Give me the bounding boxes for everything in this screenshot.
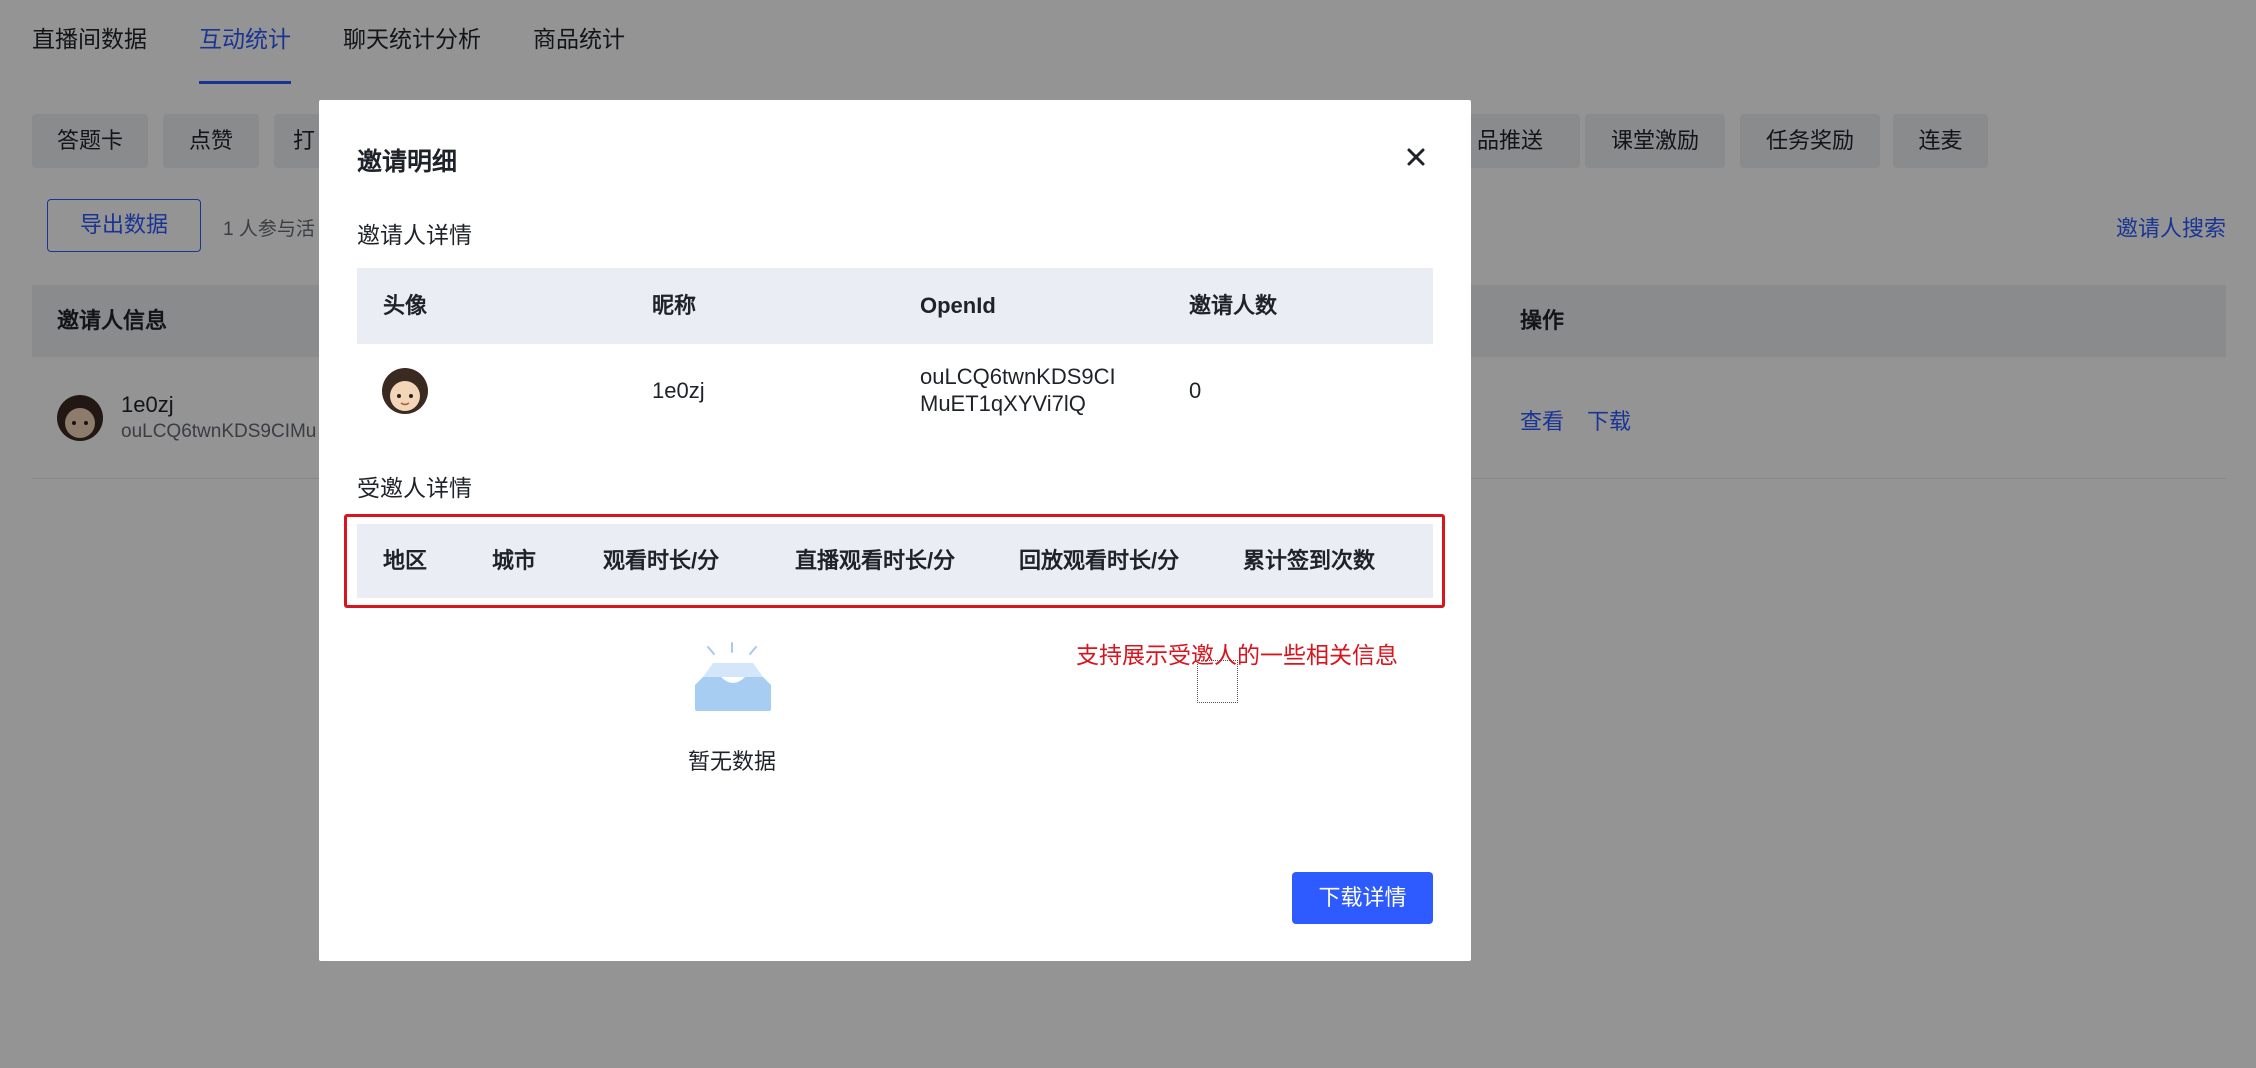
download-details-button[interactable]: 下载详情: [1292, 872, 1433, 924]
inviter-openid-line1: ouLCQ6twnKDS9CI: [920, 364, 1116, 389]
modal-title: 邀请明细: [357, 148, 458, 176]
empty-box-icon: [695, 642, 771, 711]
invitee-detail-header: 地区 城市 观看时长/分 直播观看时长/分 回放观看时长/分 累计签到次数: [357, 524, 1433, 598]
avatar: [382, 368, 428, 414]
header-watch-time: 观看时长/分: [603, 548, 720, 573]
header-invite-count: 邀请人数: [1189, 293, 1278, 318]
header-nickname: 昵称: [652, 293, 697, 318]
header-city: 城市: [492, 548, 537, 573]
header-live-watch-time: 直播观看时长/分: [795, 548, 956, 573]
annotation-marker: [1197, 660, 1238, 703]
header-avatar: 头像: [383, 293, 428, 318]
invitee-section-title: 受邀人详情: [357, 475, 472, 501]
inviter-detail-table: 头像 昵称 OpenId 邀请人数 1e0zj ouLCQ6twnKDS9CI …: [357, 268, 1433, 439]
table-row: 1e0zj ouLCQ6twnKDS9CI MuET1qXYVi7lQ 0: [357, 344, 1433, 439]
header-replay-watch-time: 回放观看时长/分: [1019, 548, 1180, 573]
inviter-detail-header: 头像 昵称 OpenId 邀请人数: [357, 268, 1433, 344]
empty-text: 暂无数据: [688, 749, 777, 774]
header-checkin-count: 累计签到次数: [1243, 548, 1376, 573]
inviter-section-title: 邀请人详情: [357, 222, 472, 248]
close-icon[interactable]: [1399, 140, 1433, 174]
inviter-nickname-cell: 1e0zj: [652, 378, 705, 403]
invite-count-cell: 0: [1189, 378, 1202, 403]
invite-detail-modal: 邀请明细 邀请人详情 头像 昵称 OpenId 邀请人数 1e0zj ouLCQ…: [319, 100, 1471, 961]
header-openid: OpenId: [920, 293, 996, 318]
inviter-openid-line2: MuET1qXYVi7lQ: [920, 391, 1086, 416]
header-region: 地区: [383, 548, 428, 573]
